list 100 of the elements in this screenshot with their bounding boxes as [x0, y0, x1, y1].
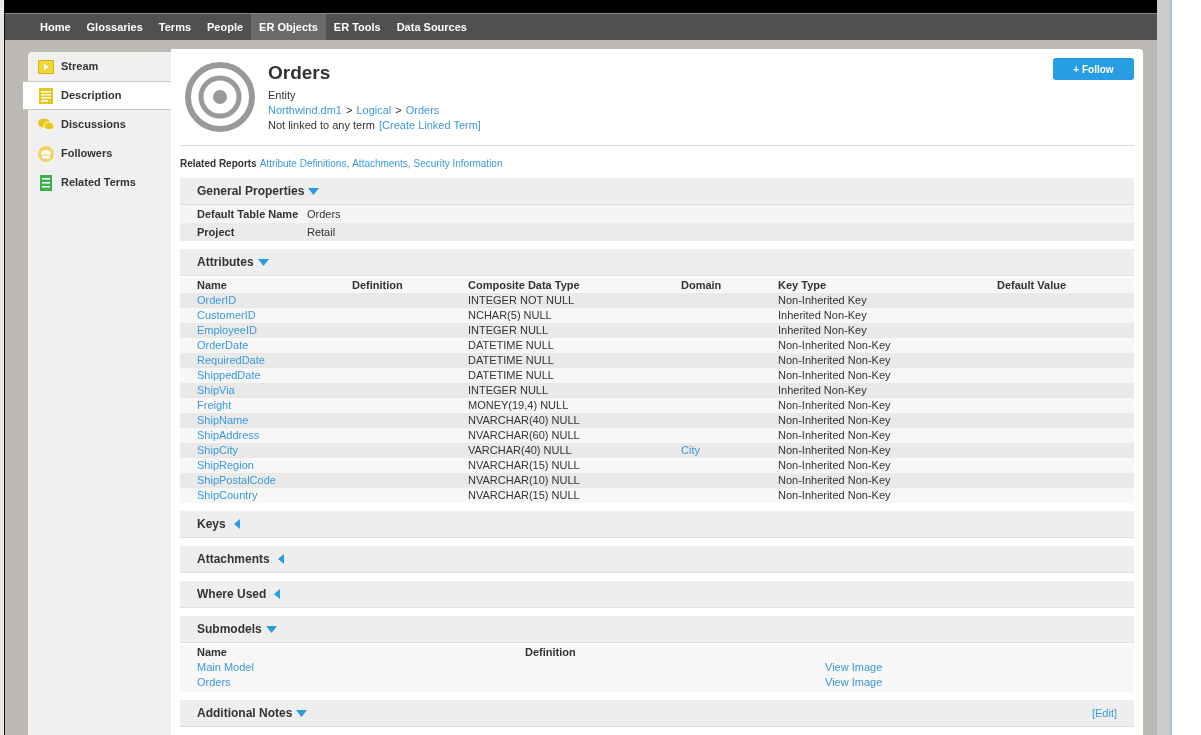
table-cell: Non-Inherited Key — [778, 294, 867, 307]
attribute-link[interactable]: ShipCountry — [197, 489, 258, 502]
column-header: Name — [197, 645, 228, 661]
table-cell: VARCHAR(40) NULL — [468, 444, 572, 457]
attribute-link[interactable]: EmployeeID — [197, 324, 257, 337]
people-icon — [38, 145, 54, 162]
caret-left-icon[interactable] — [233, 519, 240, 529]
nav-tab[interactable]: ER Objects — [251, 14, 326, 40]
breadcrumb-link[interactable]: Northwind.dm1 — [268, 103, 342, 118]
table-cell: Non-Inherited Non-Key — [778, 459, 891, 472]
submodel-link[interactable]: Orders — [197, 676, 231, 689]
table-cell: Inherited Non-Key — [778, 324, 867, 337]
table-cell: INTEGER NULL — [468, 384, 549, 397]
nav-tab[interactable]: People — [199, 14, 252, 40]
sidebar-item[interactable]: Followers — [28, 139, 171, 168]
document-icon — [39, 87, 53, 104]
breadcrumb-link[interactable]: Orders — [405, 103, 440, 118]
sidebar-item[interactable]: Related Terms — [28, 168, 171, 197]
section-title[interactable]: Submodels — [197, 620, 262, 638]
section-title[interactable]: Keys — [197, 515, 226, 533]
table-cell: Non-Inherited Non-Key — [778, 429, 891, 442]
film-icon — [38, 59, 54, 74]
attribute-link[interactable]: OrderID — [197, 294, 237, 307]
breadcrumb-separator: > — [346, 103, 353, 118]
property-value: Orders — [307, 206, 341, 222]
attribute-link[interactable]: CustomerID — [197, 309, 256, 322]
attribute-link[interactable]: OrderDate — [197, 339, 249, 352]
attribute-link[interactable]: Freight — [197, 399, 232, 412]
table-cell: NVARCHAR(15) NULL — [468, 489, 580, 502]
table-cell: DATETIME NULL — [468, 354, 554, 367]
caret-left-icon[interactable] — [277, 554, 284, 564]
section-title[interactable]: Attachments — [197, 550, 270, 568]
list-icon — [40, 174, 52, 191]
attribute-link[interactable]: ShipCity — [197, 444, 238, 457]
report-link[interactable]: Security Information — [413, 156, 503, 171]
submodel-link[interactable]: Main Model — [197, 661, 254, 674]
view-image-link[interactable]: View Image — [825, 659, 883, 676]
table-cell: NVARCHAR(15) NULL — [468, 459, 580, 472]
table-cell: DATETIME NULL — [468, 339, 554, 352]
attribute-link[interactable]: ShipAddress — [197, 429, 260, 442]
view-image-link[interactable]: View Image — [825, 674, 883, 691]
caret-down-icon[interactable] — [308, 187, 320, 195]
edit-link[interactable]: [Edit] — [1091, 704, 1117, 722]
attribute-link[interactable]: ShipVia — [197, 384, 235, 397]
attribute-link[interactable]: ShippedDate — [197, 369, 261, 382]
section-title[interactable]: Where Used — [197, 585, 267, 603]
entity-title: Orders — [268, 61, 332, 85]
nav-tab[interactable]: Terms — [150, 14, 200, 40]
caret-down-icon[interactable] — [265, 625, 277, 633]
table-cell: Non-Inherited Non-Key — [778, 399, 891, 412]
property-label: Project — [197, 224, 236, 240]
table-cell: NVARCHAR(10) NULL — [468, 474, 580, 487]
scrollbar[interactable] — [1157, 0, 1172, 735]
column-header: Definition — [525, 645, 576, 661]
report-link[interactable]: Attachments, — [352, 156, 411, 171]
nav-tab[interactable]: Glossaries — [78, 14, 151, 40]
table-cell: Inherited Non-Key — [778, 309, 867, 322]
attribute-link[interactable]: ShipPostalCode — [197, 474, 276, 487]
column-header: Domain — [681, 278, 723, 294]
column-header: Default Value — [997, 278, 1068, 294]
breadcrumb-link[interactable]: Logical — [356, 103, 392, 118]
table-cell: INTEGER NULL — [468, 324, 549, 337]
section-title[interactable]: General Properties — [197, 182, 305, 200]
nav-tab[interactable]: ER Tools — [325, 14, 389, 40]
column-header: Composite Data Type — [468, 278, 581, 294]
table-cell: Non-Inherited Non-Key — [778, 474, 891, 487]
section-title[interactable]: Attributes — [197, 253, 254, 271]
follow-button[interactable]: + Follow — [1053, 58, 1134, 80]
table-cell: Non-Inherited Non-Key — [778, 489, 891, 502]
table-cell: Non-Inherited Non-Key — [778, 354, 891, 367]
breadcrumb-separator: > — [395, 103, 402, 118]
speech-bubbles-icon — [38, 118, 54, 131]
table-cell: DATETIME NULL — [468, 369, 554, 382]
table-cell: NCHAR(5) NULL — [468, 309, 552, 322]
property-label: Default Table Name — [197, 206, 300, 222]
domain-link[interactable]: City — [681, 444, 700, 457]
report-link[interactable]: Attribute Definitions, — [259, 156, 350, 171]
nav-tab[interactable]: Home — [32, 14, 79, 40]
caret-down-icon[interactable] — [296, 709, 308, 717]
table-cell: MONEY(19,4) NULL — [468, 399, 569, 412]
sidebar-item[interactable]: Stream — [28, 52, 171, 81]
property-value: Retail — [307, 224, 336, 240]
table-cell: Non-Inherited Non-Key — [778, 369, 891, 382]
column-header: Key Type — [778, 278, 828, 294]
sidebar-item[interactable]: Discussions — [28, 110, 171, 139]
table-cell: INTEGER NOT NULL — [468, 294, 575, 307]
attribute-link[interactable]: RequiredDate — [197, 354, 265, 367]
section-title[interactable]: Additional Notes — [197, 704, 293, 722]
caret-down-icon[interactable] — [257, 258, 269, 266]
caret-left-icon[interactable] — [274, 589, 281, 599]
sidebar-item[interactable]: Description — [23, 81, 171, 110]
target-icon — [184, 61, 256, 133]
table-cell: NVARCHAR(60) NULL — [468, 429, 580, 442]
attribute-link[interactable]: ShipName — [197, 414, 249, 427]
create-linked-term-link[interactable]: [Create Linked Term] — [379, 118, 481, 133]
nav-tab[interactable]: Data Sources — [388, 14, 475, 40]
table-cell: Non-Inherited Non-Key — [778, 339, 891, 352]
column-header: Name — [197, 278, 228, 294]
attribute-link[interactable]: ShipRegion — [197, 459, 254, 472]
link-status: Not linked to any term — [268, 118, 375, 133]
